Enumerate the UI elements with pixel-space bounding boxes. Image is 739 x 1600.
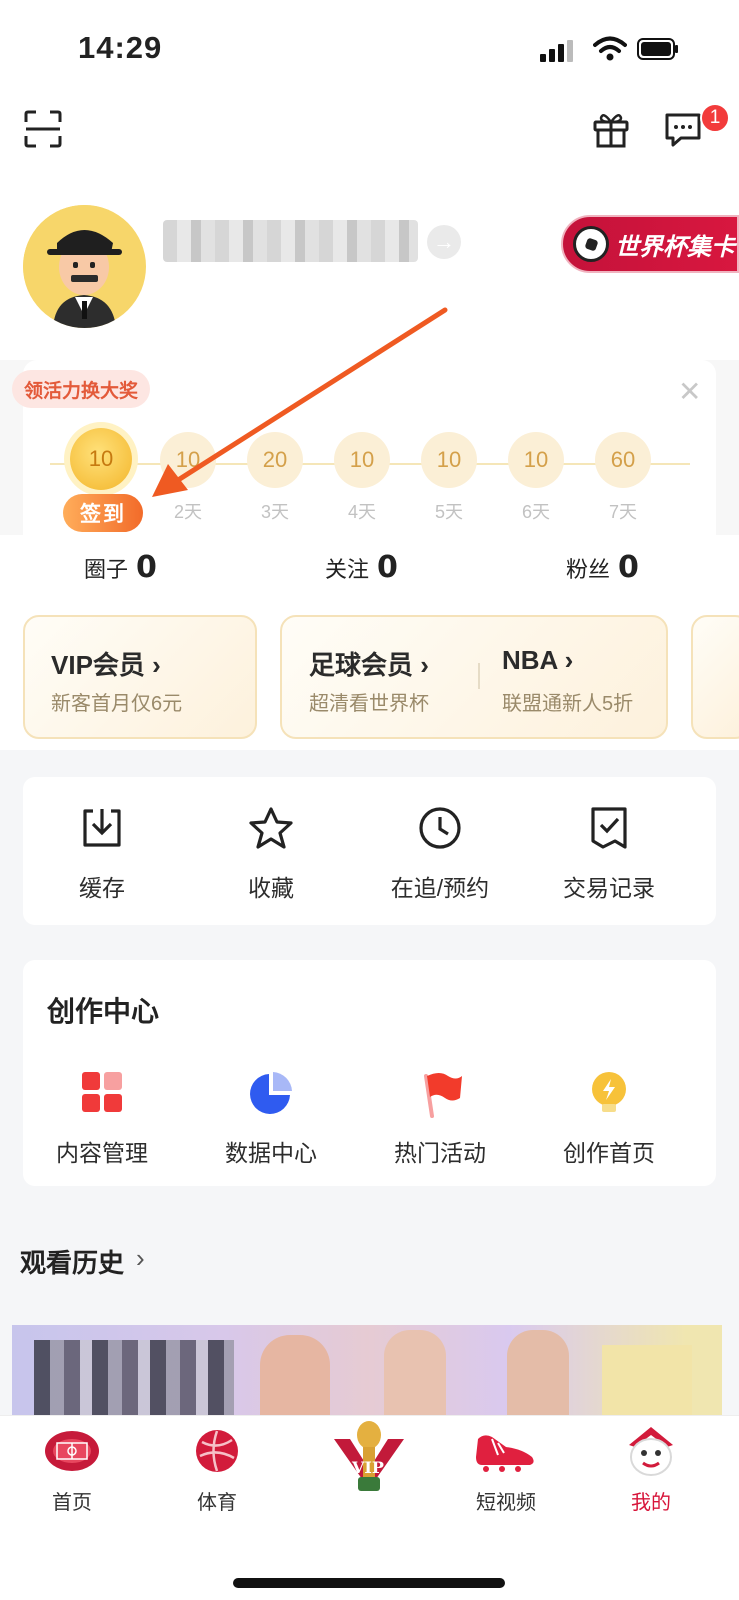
- nba-member-title[interactable]: NBA ›: [502, 645, 573, 676]
- sports-ball-icon: [196, 1430, 238, 1472]
- qa-favorites-label: 收藏: [248, 875, 294, 901]
- gift-button[interactable]: [590, 108, 632, 150]
- qa-download[interactable]: 缓存: [32, 805, 172, 903]
- scan-button[interactable]: [22, 108, 64, 150]
- stat-following-value: 0: [377, 550, 398, 585]
- qa-favorites[interactable]: 收藏: [201, 805, 341, 903]
- day-label-4: 4天: [347, 502, 376, 522]
- vip-trophy-icon: VIP: [334, 1421, 404, 1491]
- stat-circles-label: 圈子: [84, 556, 129, 582]
- tab-mine-label: 我的: [631, 1492, 671, 1514]
- clock-icon: [419, 807, 461, 849]
- checkin-coin-day1[interactable]: 10: [70, 428, 132, 490]
- stat-fans-label: 粉丝: [566, 556, 611, 582]
- qa-following-shows-label: 在追/预约: [390, 875, 490, 901]
- checkin-coin-day6: 10: [508, 432, 564, 488]
- notification-badge: 1: [700, 103, 730, 133]
- creator-hot-activities-label: 热门活动: [394, 1140, 486, 1166]
- home-indicator: [233, 1578, 505, 1588]
- flag-icon: [424, 1073, 462, 1118]
- tab-sports-label: 体育: [197, 1492, 237, 1514]
- avatar[interactable]: [23, 205, 146, 328]
- messages-button[interactable]: [662, 108, 704, 150]
- tab-short-video[interactable]: 短视频: [451, 1420, 561, 1515]
- stat-fans-value: 0: [618, 550, 639, 585]
- watch-history-title[interactable]: 观看历史: [20, 1243, 124, 1280]
- checkin-coin-day7: 60: [595, 432, 651, 488]
- creator-content-management[interactable]: 内容管理: [32, 1070, 172, 1168]
- gift-icon: [593, 114, 629, 148]
- close-icon[interactable]: ✕: [678, 375, 701, 408]
- bulb-icon: [592, 1072, 626, 1112]
- profile-arrow-button[interactable]: →: [427, 225, 461, 259]
- status-bar: 14:29: [0, 0, 739, 90]
- promo-tag[interactable]: 领活力换大奖: [12, 370, 151, 408]
- qa-download-label: 缓存: [79, 875, 125, 901]
- mascot-icon: [629, 1427, 673, 1476]
- day-label-3: 3天: [260, 502, 289, 522]
- vip-member-title: VIP会员 ›: [51, 650, 161, 680]
- tab-mine[interactable]: 我的: [596, 1420, 706, 1515]
- day-label-7: 7天: [608, 502, 637, 522]
- receipt-icon: [591, 807, 627, 849]
- creator-center-title: 创作中心: [47, 996, 160, 1027]
- checkin-coin-day2: 10: [160, 432, 216, 488]
- creator-hot-activities[interactable]: 热门活动: [370, 1070, 510, 1168]
- grid-icon: [82, 1072, 122, 1112]
- creator-home[interactable]: 创作首页: [539, 1070, 679, 1168]
- scan-icon: [24, 110, 62, 148]
- football-boot-icon: [476, 1435, 534, 1472]
- tab-home-label: 首页: [52, 1492, 92, 1514]
- download-icon: [83, 809, 121, 847]
- stadium-icon: [45, 1431, 99, 1471]
- tab-short-video-label: 短视频: [476, 1492, 536, 1514]
- qa-transactions-label: 交易记录: [563, 875, 655, 901]
- stat-circles-value: 0: [136, 550, 157, 585]
- tab-home[interactable]: 首页: [17, 1420, 127, 1515]
- message-icon: [665, 113, 701, 147]
- world-cup-card-label: 世界杯集卡: [615, 233, 735, 261]
- day-label-5: 5天: [434, 502, 463, 522]
- profile-section: → 世界杯集卡: [0, 190, 739, 360]
- next-member-card-partial[interactable]: [691, 615, 739, 739]
- qa-transactions[interactable]: 交易记录: [539, 805, 679, 903]
- vip-member-sub: 新客首月仅6元: [51, 693, 183, 715]
- checkin-coin-day5: 10: [421, 432, 477, 488]
- sign-in-button[interactable]: 签到: [63, 494, 143, 532]
- wifi-icon: [593, 36, 627, 61]
- world-cup-card-button[interactable]: 世界杯集卡: [561, 215, 739, 273]
- status-time: 14:29: [78, 30, 163, 65]
- creator-data-center-label: 数据中心: [225, 1140, 317, 1166]
- watch-history-thumbnail[interactable]: [12, 1325, 722, 1420]
- pie-chart-icon: [250, 1072, 292, 1114]
- day-label-2: 2天: [173, 502, 202, 522]
- battery-icon: [637, 38, 678, 60]
- chevron-right-icon[interactable]: ›: [136, 1243, 145, 1274]
- football-member-title[interactable]: 足球会员 ›: [309, 645, 429, 682]
- star-icon: [249, 807, 293, 849]
- checkin-coin-day3: 20: [247, 432, 303, 488]
- tab-vip[interactable]: VIP: [314, 1418, 424, 1502]
- day-label-6: 6天: [521, 502, 550, 522]
- cellular-signal-icon: [540, 40, 573, 62]
- qa-following-shows[interactable]: 在追/预约: [370, 805, 510, 903]
- tab-sports[interactable]: 体育: [162, 1420, 272, 1515]
- nba-member-sub: 联盟通新人5折: [502, 693, 634, 715]
- soccer-ball-icon: [573, 226, 609, 262]
- creator-content-management-label: 内容管理: [56, 1140, 148, 1166]
- creator-home-label: 创作首页: [563, 1140, 655, 1166]
- stat-following[interactable]: 关注 0: [325, 550, 398, 585]
- checkin-coin-day4: 10: [334, 432, 390, 488]
- stat-following-label: 关注: [325, 556, 370, 582]
- stat-circles[interactable]: 圈子 0: [84, 550, 157, 585]
- creator-data-center[interactable]: 数据中心: [201, 1070, 341, 1168]
- username-blurred: [163, 220, 418, 262]
- avatar-illustration: [23, 205, 145, 328]
- stat-fans[interactable]: 粉丝 0: [566, 550, 639, 585]
- membership-divider: [478, 663, 480, 689]
- football-member-sub: 超清看世界杯: [309, 693, 429, 715]
- svg-text:VIP: VIP: [351, 1458, 384, 1477]
